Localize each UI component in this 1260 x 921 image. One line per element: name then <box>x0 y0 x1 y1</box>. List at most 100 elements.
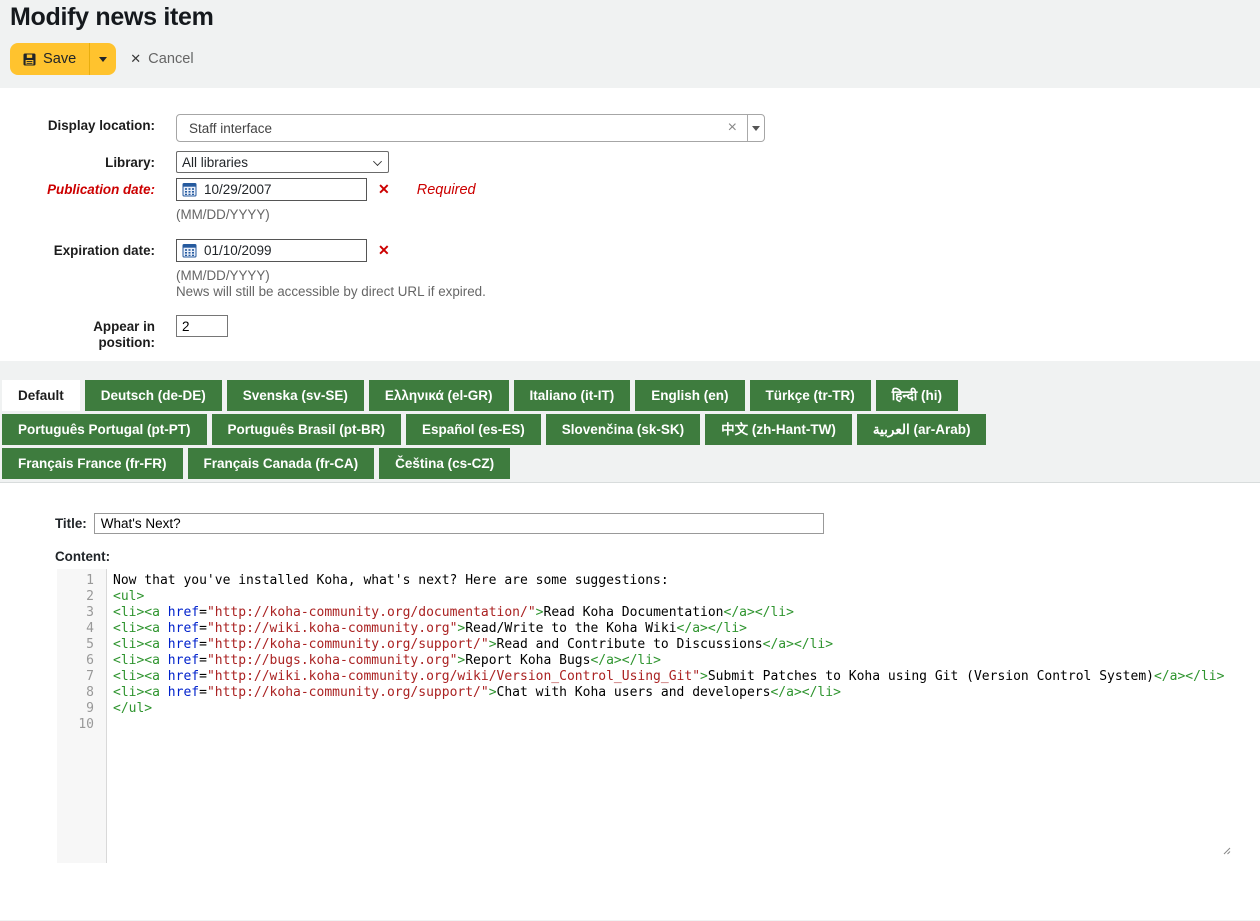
content-label: Content: <box>55 549 1260 564</box>
code-token: Read/Write to the Koha Wiki <box>465 621 676 636</box>
publication-date-row: Publication date: 10/29/2007 ✕ Required … <box>0 178 1260 222</box>
library-row: Library: All libraries <box>0 151 1260 173</box>
modify-news-page: Modify news item Save ✕ Cancel Displ <box>0 0 1260 921</box>
language-tab[interactable]: Português Brasil (pt-BR) <box>212 414 402 445</box>
required-flag: Required <box>417 182 476 198</box>
code-token: <li><a <box>113 669 168 684</box>
line-number: 8 <box>57 685 106 701</box>
code-token: Report Koha Bugs <box>465 653 590 668</box>
code-token: <li><a <box>113 637 168 652</box>
code-token: </a></li> <box>1154 669 1224 684</box>
position-label: Appear in position: <box>0 315 176 351</box>
cancel-link[interactable]: ✕ Cancel <box>130 51 193 67</box>
code-token: href <box>168 669 199 684</box>
clear-date-icon[interactable]: ✕ <box>378 242 390 259</box>
code-token: "http://koha-community.org/documentation… <box>207 605 536 620</box>
chevron-down-icon <box>373 157 382 166</box>
publication-date-value: 10/29/2007 <box>204 182 272 197</box>
position-input[interactable] <box>176 315 228 337</box>
code-token: > <box>700 669 708 684</box>
language-tab[interactable]: Italiano (it-IT) <box>514 380 631 411</box>
library-label: Library: <box>0 151 176 173</box>
code-line: </ul> <box>113 701 1237 717</box>
select-dropdown-button[interactable] <box>747 115 764 141</box>
page-header: Modify news item Save ✕ Cancel <box>0 0 1260 75</box>
code-line: <li><a href="http://wiki.koha-community.… <box>113 621 1237 637</box>
language-tab[interactable]: العربية (ar-Arab) <box>857 414 987 445</box>
date-format-hint: (MM/DD/YYYY) <box>176 268 486 283</box>
code-token: </a></li> <box>677 621 747 636</box>
language-tab[interactable]: हिन्दी (hi) <box>876 380 958 411</box>
language-tab[interactable]: Français France (fr-FR) <box>2 448 183 479</box>
expiration-date-value: 01/10/2099 <box>204 243 272 258</box>
code-token: href <box>168 605 199 620</box>
library-select[interactable]: All libraries <box>176 151 389 173</box>
code-token: = <box>199 685 207 700</box>
code-token: href <box>168 653 199 668</box>
save-button-label: Save <box>43 51 76 67</box>
code-token: href <box>168 637 199 652</box>
line-number: 9 <box>57 701 106 717</box>
title-label: Title: <box>55 516 87 531</box>
language-tab[interactable]: Čeština (cs-CZ) <box>379 448 510 479</box>
code-token: <li><a <box>113 621 168 636</box>
language-tab[interactable]: English (en) <box>635 380 744 411</box>
save-button-group: Save <box>10 43 116 75</box>
code-token: "http://bugs.koha-community.org" <box>207 653 457 668</box>
language-tab-row: DefaultDeutsch (de-DE)Svenska (sv-SE)Ελλ… <box>2 380 1260 411</box>
save-dropdown-toggle[interactable] <box>89 43 116 75</box>
line-number: 3 <box>57 605 106 621</box>
expiration-date-input[interactable]: 01/10/2099 <box>176 239 367 262</box>
display-location-value: Staff interface <box>189 121 728 136</box>
language-tab[interactable]: Default <box>2 380 80 411</box>
clear-date-icon[interactable]: ✕ <box>378 181 390 198</box>
publication-date-input[interactable]: 10/29/2007 <box>176 178 367 201</box>
language-tab[interactable]: Ελληνικά (el-GR) <box>369 380 509 411</box>
expiration-note: News will still be accessible by direct … <box>176 284 486 299</box>
position-label-line2: position: <box>98 335 155 350</box>
code-token: = <box>199 621 207 636</box>
language-tab[interactable]: Français Canada (fr-CA) <box>188 448 375 479</box>
language-tab[interactable]: Türkçe (tr-TR) <box>750 380 871 411</box>
code-line: Now that you've installed Koha, what's n… <box>113 573 1237 589</box>
code-token: </ul> <box>113 701 152 716</box>
save-button[interactable]: Save <box>10 43 89 75</box>
language-tab[interactable]: Slovenčina (sk-SK) <box>546 414 700 445</box>
language-tab[interactable]: Svenska (sv-SE) <box>227 380 364 411</box>
language-tab[interactable]: Español (es-ES) <box>406 414 541 445</box>
title-row: Title: <box>55 513 1260 534</box>
display-location-row: Display location: Staff interface × <box>0 114 1260 142</box>
line-number: 7 <box>57 669 106 685</box>
code-line: <li><a href="http://wiki.koha-community.… <box>113 669 1237 685</box>
floppy-disk-icon <box>23 53 36 66</box>
library-value: All libraries <box>182 155 248 170</box>
code-token: Read and Contribute to Discussions <box>497 637 763 652</box>
news-form-panel: Display location: Staff interface × Libr… <box>0 88 1260 361</box>
code-token: "http://koha-community.org/support/" <box>207 685 489 700</box>
code-token: "http://koha-community.org/support/" <box>207 637 489 652</box>
code-token: > <box>489 637 497 652</box>
editor-resize-handle[interactable] <box>1220 844 1231 860</box>
language-tab[interactable]: Deutsch (de-DE) <box>85 380 222 411</box>
code-line: <ul> <box>113 589 1237 605</box>
code-token: "http://wiki.koha-community.org/wiki/Ver… <box>207 669 700 684</box>
content-code-editor[interactable]: 12345678910 Now that you've installed Ko… <box>57 569 1237 863</box>
code-token: </a></li> <box>763 637 833 652</box>
clear-selection-icon[interactable]: × <box>728 120 737 136</box>
language-tab[interactable]: Português Portugal (pt-PT) <box>2 414 207 445</box>
editor-panel: Title: Content: 12345678910 Now that you… <box>0 483 1260 920</box>
code-token: href <box>168 621 199 636</box>
code-line: <li><a href="http://koha-community.org/s… <box>113 685 1237 701</box>
title-input[interactable] <box>94 513 824 534</box>
editor-code-area[interactable]: Now that you've installed Koha, what's n… <box>107 569 1237 863</box>
code-token: <li><a <box>113 653 168 668</box>
language-tab-row: Français France (fr-FR)Français Canada (… <box>2 448 1260 479</box>
code-line: <li><a href="http://koha-community.org/d… <box>113 605 1237 621</box>
line-number: 1 <box>57 573 106 589</box>
publication-date-label: Publication date: <box>0 178 176 222</box>
language-tab[interactable]: 中文 (zh-Hant-TW) <box>705 414 852 445</box>
display-location-label: Display location: <box>0 114 176 142</box>
code-token: Submit Patches to Koha using Git (Versio… <box>708 669 1154 684</box>
position-label-line1: Appear in <box>93 319 155 334</box>
display-location-select[interactable]: Staff interface × <box>176 114 765 142</box>
